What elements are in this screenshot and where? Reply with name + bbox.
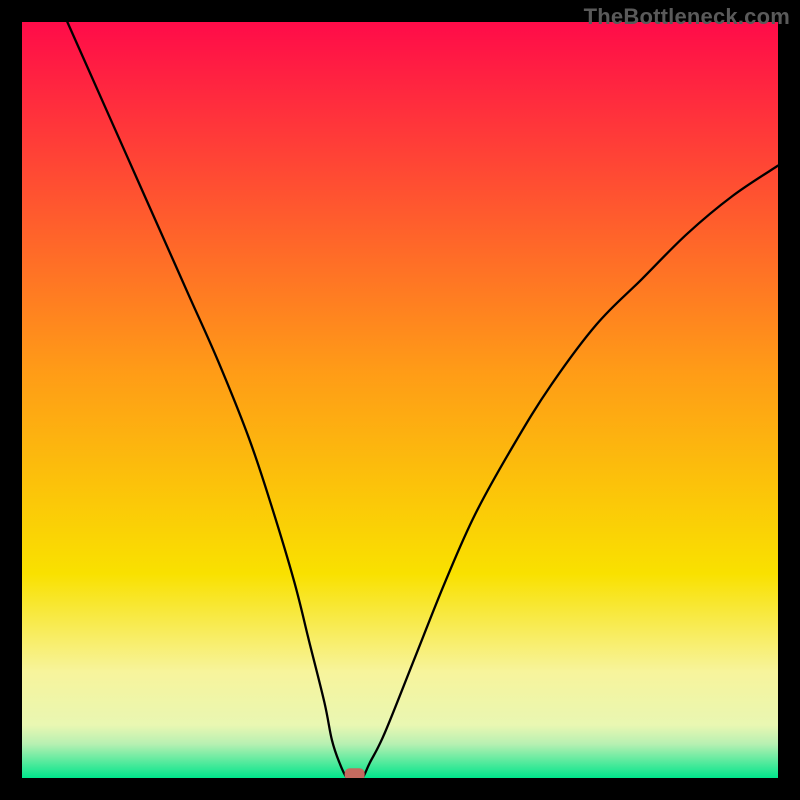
watermark-text: TheBottleneck.com — [584, 4, 790, 30]
gradient-background — [22, 22, 778, 778]
optimal-marker — [345, 768, 365, 778]
chart-svg — [22, 22, 778, 778]
chart-frame: TheBottleneck.com — [0, 0, 800, 800]
plot-area — [22, 22, 778, 778]
